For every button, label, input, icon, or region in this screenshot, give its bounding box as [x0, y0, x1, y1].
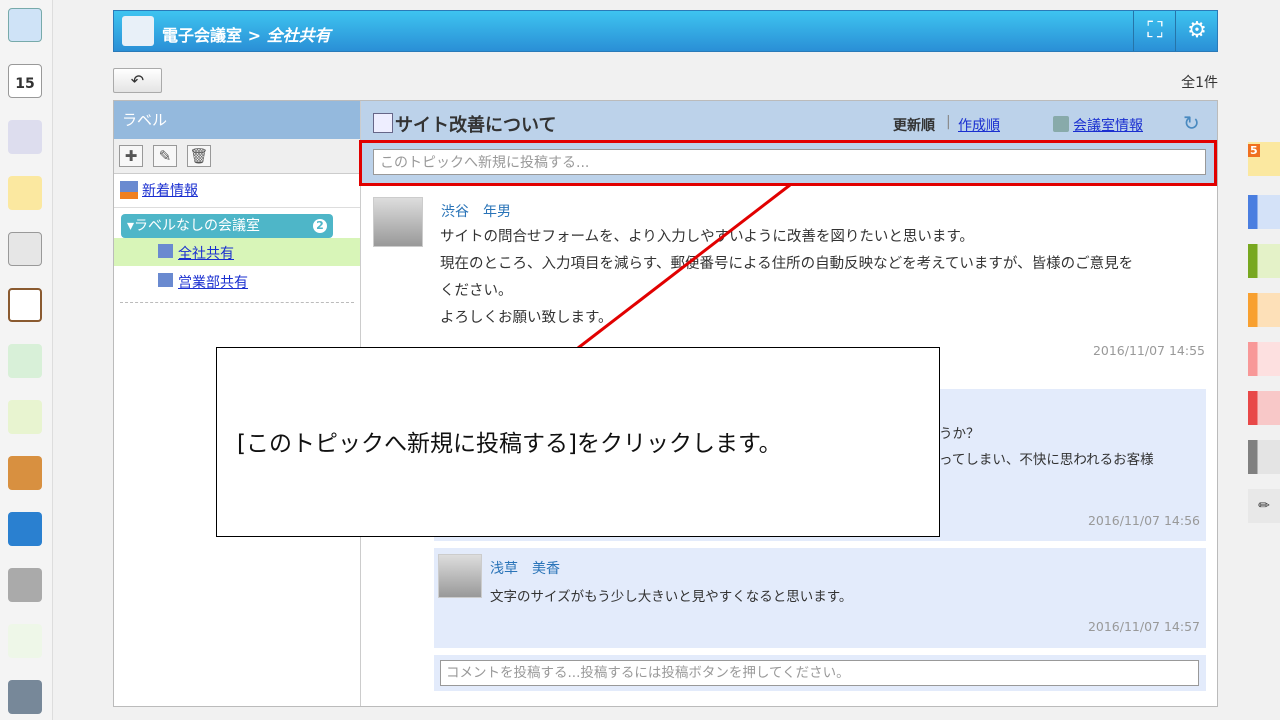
- reply-line: うか？: [939, 426, 980, 442]
- label-toolbar: ✚ ✎ 🗑: [114, 139, 360, 174]
- bulletin-icon[interactable]: [8, 232, 42, 266]
- neo-icon[interactable]: [8, 512, 42, 546]
- color-tab-gray[interactable]: [1248, 440, 1280, 474]
- breadcrumb: 電子会議室 > 全社共有: [162, 22, 331, 46]
- breadcrumb-app[interactable]: 電子会議室: [162, 26, 242, 45]
- notification-badge: 5: [1248, 144, 1260, 157]
- calendar-icon[interactable]: 15: [8, 64, 42, 98]
- comment-area: コメントを投稿する...投稿するには投稿ボタンを押してください。: [434, 655, 1206, 691]
- color-tab-red[interactable]: [1248, 391, 1280, 425]
- post-body: サイトの問合せフォームを、より入力しやすいように改善を図りたいと思います。 現在…: [440, 224, 1210, 332]
- cabinet-icon[interactable]: [8, 456, 42, 490]
- color-tab-blue[interactable]: [1248, 195, 1280, 229]
- room-icon: [158, 244, 173, 258]
- new-info-icon: [120, 181, 138, 199]
- reply-timestamp: 2016/11/07 14:57: [1087, 619, 1200, 634]
- divider: [120, 302, 354, 303]
- folder-icon[interactable]: [8, 568, 42, 602]
- label-group[interactable]: ▾ラベルなしの会議室 2: [121, 214, 333, 238]
- new-info-row: 新着情報: [114, 173, 360, 208]
- gear-icon[interactable]: ⚙: [1175, 11, 1218, 51]
- post-line: よろしくお願い致します。: [440, 310, 613, 326]
- notification-icon[interactable]: 5: [1248, 142, 1280, 176]
- refresh-icon[interactable]: ↻: [1183, 111, 1200, 135]
- portal-icon[interactable]: [8, 8, 42, 42]
- fullscreen-icon[interactable]: ⛶: [1133, 11, 1176, 51]
- instruction-callout: [このトピックへ新規に投稿する]をクリックします。: [216, 347, 940, 537]
- avatar: [438, 554, 482, 598]
- room-item-all[interactable]: 全社共有: [114, 238, 360, 266]
- add-label-button[interactable]: ✚: [119, 145, 143, 167]
- edit-label-button[interactable]: ✎: [153, 145, 177, 167]
- color-tab-pink[interactable]: [1248, 342, 1280, 376]
- color-tab-green[interactable]: [1248, 244, 1280, 278]
- reply-line: ってしまい、不快に思われるお客様: [939, 452, 1154, 468]
- post-timestamp: 2016/11/07 14:55: [1092, 343, 1205, 358]
- label-group-name: ラベルなしの会議室: [134, 218, 261, 234]
- equipment-icon[interactable]: [8, 120, 42, 154]
- callout-text: [このトピックへ新規に投稿する]をクリックします。: [237, 431, 782, 457]
- reply-text: 文字のサイズがもう少し大きいと見やすくなると思います。: [490, 589, 853, 605]
- comment-input[interactable]: コメントを投稿する...投稿するには投稿ボタンを押してください。: [440, 660, 1199, 686]
- app-thumb-icon[interactable]: [8, 680, 42, 714]
- app-logo-icon[interactable]: [8, 624, 42, 658]
- sort-created-link[interactable]: 作成順: [958, 115, 1000, 135]
- reply-item: 浅草 美香 文字のサイズがもう少し大きいと見やすくなると思います。 2016/1…: [434, 548, 1206, 648]
- survey-icon[interactable]: [8, 344, 42, 378]
- app-dock: 15: [0, 0, 53, 720]
- breadcrumb-separator: >: [247, 26, 261, 45]
- post-line: ください。: [440, 283, 513, 299]
- meeting-room-icon: [122, 16, 154, 46]
- post-author[interactable]: 渋谷 年男: [441, 201, 511, 221]
- color-tab-orange[interactable]: [1248, 293, 1280, 327]
- room-link[interactable]: 営業部共有: [178, 272, 248, 292]
- room-info-icon: [1053, 116, 1069, 132]
- app-header: 電子会議室 > 全社共有 ⛶ ⚙: [113, 10, 1218, 52]
- topic-title: サイト改善について: [395, 115, 557, 136]
- label-group-count: 2: [313, 219, 327, 233]
- room-item-sales[interactable]: 営業部共有: [114, 267, 360, 295]
- sort-separator: |: [946, 114, 951, 130]
- total-count: 全1件: [1181, 75, 1218, 91]
- avatar: [373, 197, 423, 247]
- label-header: ラベル: [114, 101, 360, 139]
- post-line: サイトの問合せフォームを、より入力しやすいように改善を図りたいと思います。: [440, 229, 974, 245]
- breadcrumb-room: 全社共有: [266, 26, 331, 45]
- sort-update[interactable]: 更新順: [893, 115, 935, 135]
- back-button[interactable]: ↶: [113, 68, 162, 93]
- delete-label-button[interactable]: 🗑: [187, 145, 211, 167]
- clipboard-icon[interactable]: [8, 288, 42, 322]
- room-icon: [158, 273, 173, 287]
- workflow-icon[interactable]: [8, 400, 42, 434]
- room-link[interactable]: 全社共有: [178, 243, 234, 263]
- room-info-link[interactable]: 会議室情報: [1073, 115, 1143, 135]
- new-post-input[interactable]: このトピックへ新規に投稿する...: [373, 149, 1206, 175]
- reply-timestamp: 2016/11/07 14:56: [1087, 513, 1200, 528]
- reply-author[interactable]: 浅草 美香: [490, 558, 560, 578]
- memo-icon[interactable]: [8, 176, 42, 210]
- topic-edit-icon: [373, 113, 393, 133]
- post-line: 現在のところ、入力項目を減らす、郵便番号による住所の自動反映などを考えていますが…: [440, 256, 1134, 272]
- new-info-link[interactable]: 新着情報: [142, 180, 198, 200]
- pencil-icon[interactable]: ✏: [1248, 489, 1280, 523]
- highlight-box: このトピックへ新規に投稿する...: [359, 140, 1217, 186]
- topic-header: サイト改善について 更新順 | 作成順 会議室情報 ↻: [361, 101, 1217, 141]
